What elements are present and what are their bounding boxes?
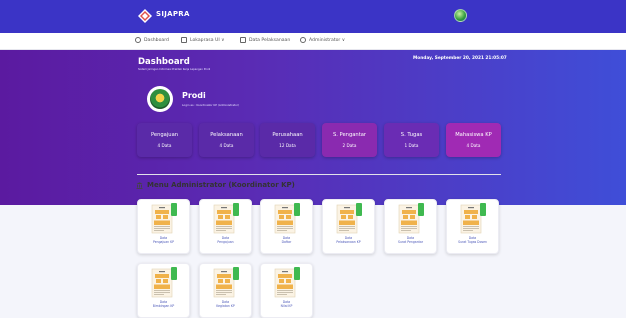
menu-card-label-line2: Surat Tugas Dosen (458, 240, 487, 245)
page-title: Dashboard (138, 57, 190, 67)
menu-card[interactable]: Data Surat Pengantar (384, 199, 437, 254)
page-subtitle: Sistem Jaringan Informasi Praktek Kerja … (138, 68, 211, 71)
nav-item-administrator[interactable]: Administrator ∨ (300, 37, 345, 43)
menu-card-label-line2: Nilai KP (280, 304, 293, 309)
nav-bar: Dashboard Lokaprasa UI ∨ Data Pelaksanaa… (0, 33, 626, 50)
menu-card-label: Data Daftar (261, 236, 312, 245)
stat-value: 12 Data (279, 143, 296, 148)
settings-icon (300, 37, 306, 43)
stat-value: 4 Data (466, 143, 481, 148)
document-icon (274, 267, 301, 298)
nav-item-label: Data Pelaksanaan (249, 37, 291, 43)
logo-icon[interactable] (138, 9, 152, 23)
menu-card[interactable]: Data Daftar (260, 199, 313, 254)
menu-card[interactable]: Data Kegiatan KP (199, 263, 252, 318)
document-icon (460, 203, 487, 234)
menu-card[interactable]: Data Bimbingan KP (137, 263, 190, 318)
grid-icon (181, 37, 187, 43)
document-icon (213, 203, 240, 234)
nav-item-label: Administrator ∨ (309, 37, 346, 43)
stat-label: Pengajuan (150, 132, 179, 138)
nav-item-lokaprasa[interactable]: Lokaprasa UI ∨ (181, 37, 225, 43)
profile-avatar (147, 86, 173, 112)
menu-card-label: Data Surat Pengantar (385, 236, 436, 245)
stat-card-surat-pengantar[interactable]: S. Pengantar 2 Data (322, 123, 377, 157)
section-title: Menu Administrator (Koordinator KP) (136, 181, 295, 189)
menu-card-label-line2: Pengajuan KP (152, 240, 175, 245)
nav-item-label: Lokaprasa UI ∨ (190, 37, 225, 43)
profile-role: Login as : Koordinator KP (Administrator… (182, 103, 240, 107)
menu-card[interactable]: Data Pelaksanaan KP (322, 199, 375, 254)
menu-card-label: Data Nilai KP (261, 300, 312, 309)
menu-card-label: Data Pengajuan (200, 236, 251, 245)
document-icon (274, 203, 301, 234)
menu-card-label-line2: Pelaksanaan KP (336, 240, 361, 245)
stat-value: 1 Data (404, 143, 419, 148)
stat-card-pelaksanaan[interactable]: Pelaksanaan 4 Data (199, 123, 254, 157)
nav-item-label: Dashboard (144, 37, 169, 43)
stat-card-surat-tugas[interactable]: S. Tugas 1 Data (384, 123, 439, 157)
user-avatar[interactable] (454, 9, 467, 22)
menu-card-label: Data Kegiatan KP (200, 300, 251, 309)
document-icon (151, 267, 178, 298)
stat-label: Pelaksanaan (210, 132, 243, 138)
document-icon (398, 203, 425, 234)
menu-card-label-line2: Pengajuan (217, 240, 234, 245)
section-title-text: Menu Administrator (Koordinator KP) (147, 181, 295, 189)
top-bar: SIJAPRA (0, 0, 626, 33)
bank-icon (136, 181, 143, 189)
stat-value: 4 Data (219, 143, 234, 148)
profile-name: Prodi (182, 91, 206, 100)
menu-card-label-line2: Daftar (281, 240, 292, 245)
menu-card-label: Data Pelaksanaan KP (323, 236, 374, 245)
menu-card-label-line2: Kegiatan KP (216, 304, 235, 309)
stat-value: 4 Data (157, 143, 172, 148)
university-emblem-icon (150, 89, 170, 109)
nav-item-data-pelaksanaan[interactable]: Data Pelaksanaan (240, 37, 290, 43)
dashboard-icon (135, 37, 141, 43)
document-icon (151, 203, 178, 234)
menu-card[interactable]: Data Nilai KP (260, 263, 313, 318)
menu-card[interactable]: Data Surat Tugas Dosen (446, 199, 499, 254)
brand-name[interactable]: SIJAPRA (156, 10, 190, 18)
current-datetime: Monday, September 20, 2021 21:05:07 (413, 56, 507, 61)
list-icon (240, 37, 246, 43)
stat-label: Perusahaan (272, 132, 303, 138)
stat-label: S. Pengantar (332, 132, 367, 138)
stat-label: Mahasiswa KP (455, 132, 492, 138)
stat-card-perusahaan[interactable]: Perusahaan 12 Data (260, 123, 315, 157)
menu-card-label: Data Pengajuan KP (138, 236, 189, 245)
menu-card-label-line2: Surat Pengantar (397, 240, 424, 245)
menu-card[interactable]: Data Pengajuan KP (137, 199, 190, 254)
stat-card-mahasiswa-kp[interactable]: Mahasiswa KP 4 Data (446, 123, 501, 157)
menu-card-label: Data Bimbingan KP (138, 300, 189, 309)
stat-value: 2 Data (342, 143, 357, 148)
document-icon (213, 267, 240, 298)
nav-item-dashboard[interactable]: Dashboard (135, 37, 169, 43)
menu-card-label-line2: Bimbingan KP (152, 304, 175, 309)
menu-card[interactable]: Data Pengajuan (199, 199, 252, 254)
stat-card-pengajuan[interactable]: Pengajuan 4 Data (137, 123, 192, 157)
menu-card-label: Data Surat Tugas Dosen (447, 236, 498, 245)
stat-label: S. Tugas (400, 132, 423, 138)
document-icon (336, 203, 363, 234)
section-divider (137, 174, 501, 175)
